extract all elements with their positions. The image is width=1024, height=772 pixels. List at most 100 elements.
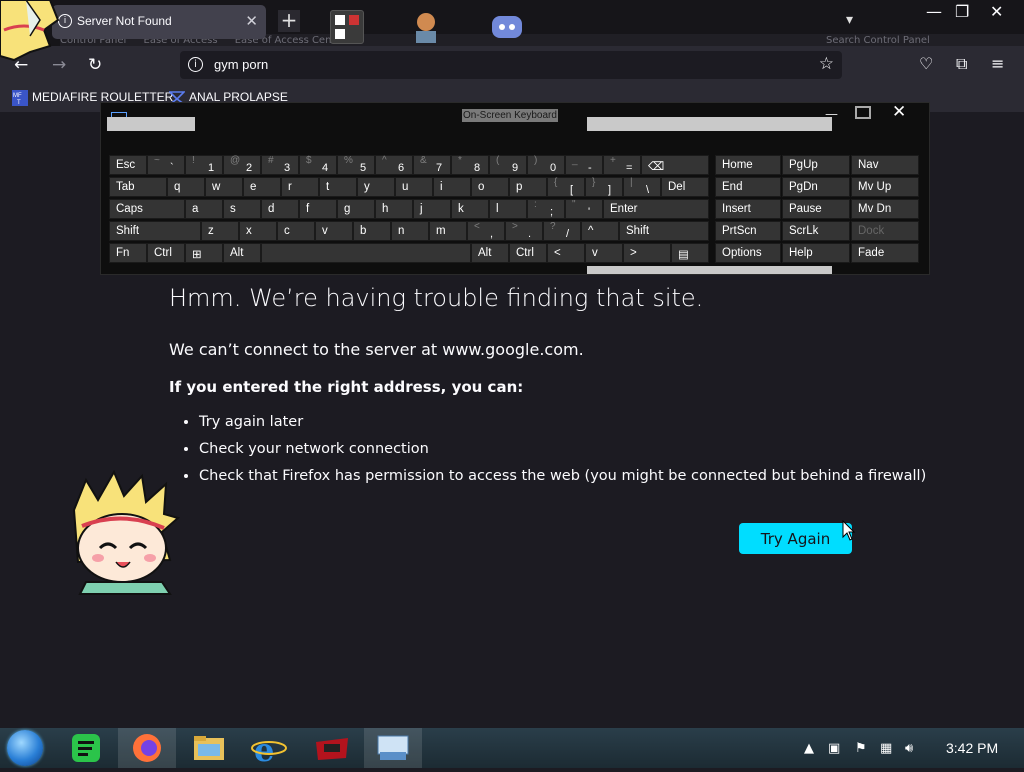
menu-icon[interactable]: ≡ [991,54,1004,73]
osk-key[interactable]: + = [603,155,641,175]
url-bar[interactable]: i gym porn ☆ [180,51,842,79]
osk-key[interactable]: " ' [565,199,603,219]
new-tab-button[interactable]: + [278,10,300,32]
osk-key[interactable]: :; [527,199,565,219]
osk-key[interactable]: ~ ` [147,155,185,175]
osk-key[interactable]: k [451,199,489,219]
chevron-down-icon[interactable]: ▾ [846,12,853,28]
osk-key[interactable]: @2 [223,155,261,175]
osk-key[interactable]: g [337,199,375,219]
osk-key[interactable]: Caps [109,199,185,219]
osk-key[interactable]: t [319,177,357,197]
osk-key[interactable]: ^ 6 [375,155,413,175]
osk-key[interactable]: i [433,177,471,197]
pocket-icon[interactable]: ♡ [919,54,933,73]
osk-nav-key[interactable]: Mv Up [851,177,919,197]
osk-key[interactable]: Shift [109,221,201,241]
osk-title-bar[interactable]: On-Screen Keyboard — ✕ [101,102,929,131]
osk-key[interactable]: Ctrl [509,243,547,263]
osk-key[interactable]: ) 0 [527,155,565,175]
osk-key[interactable]: a [185,199,223,219]
osk-key[interactable] [261,243,471,263]
osk-key[interactable]: _ - [565,155,603,175]
taskbar-app-firefox[interactable] [118,728,176,768]
clock[interactable]: 3:42 PM [946,740,998,756]
osk-key[interactable]: ⌫ [641,155,709,175]
osk-key[interactable]: Del [661,177,709,197]
osk-key[interactable]: {[ [547,177,585,197]
osk-key[interactable]: Fn [109,243,147,263]
osk-key[interactable]: u [395,177,433,197]
osk-nav-key[interactable]: Insert [715,199,781,219]
info-icon[interactable]: i [188,57,203,72]
osk-key[interactable]: | \ [623,177,661,197]
show-hidden-icons[interactable]: ▲ [804,741,814,756]
osk-nav-key[interactable]: Dock [851,221,919,241]
osk-key[interactable]: ^ [581,221,619,241]
osk-key[interactable]: % 5 [337,155,375,175]
osk-key[interactable]: l [489,199,527,219]
osk-key[interactable]: ▤ [671,243,709,263]
osk-nav-key[interactable]: Pause [782,199,850,219]
network-icon[interactable]: ▦ [880,741,892,756]
osk-nav-key[interactable]: PgDn [782,177,850,197]
osk-key[interactable]: c [277,221,315,241]
osk-key[interactable]: ⊞ [185,243,223,263]
on-screen-keyboard-window[interactable]: On-Screen Keyboard — ✕ Esc ~ `! 1 @2 #3 $4% 5 ^ 6… [100,102,930,275]
osk-key[interactable]: >. [505,221,543,241]
restore-window-icon[interactable]: ❐ [955,2,969,21]
osk-minimize-icon[interactable]: — [825,107,838,122]
osk-key[interactable]: Shift [619,221,709,241]
osk-nav-key[interactable]: PrtScn [715,221,781,241]
close-tab-icon[interactable]: ✕ [245,12,258,30]
osk-key[interactable]: Ctrl [147,243,185,263]
osk-key[interactable]: }] [585,177,623,197]
osk-key[interactable]: Tab [109,177,167,197]
osk-key[interactable]: ! 1 [185,155,223,175]
osk-key[interactable]: e [243,177,281,197]
osk-key[interactable]: j [413,199,451,219]
osk-key[interactable]: $4 [299,155,337,175]
osk-key[interactable]: < [547,243,585,263]
osk-nav-key[interactable]: Nav [851,155,919,175]
osk-key[interactable]: ? / [543,221,581,241]
osk-close-icon[interactable]: ✕ [892,102,906,122]
osk-key[interactable]: m [429,221,467,241]
osk-key[interactable]: f [299,199,337,219]
osk-key[interactable]: b [353,221,391,241]
osk-key[interactable]: > [623,243,671,263]
minimize-window-icon[interactable]: — [926,2,942,21]
osk-nav-key[interactable]: PgUp [782,155,850,175]
osk-key[interactable]: v [585,243,623,263]
osk-nav-key[interactable]: Mv Dn [851,199,919,219]
osk-restore-icon[interactable] [855,106,871,119]
osk-key[interactable]: * 8 [451,155,489,175]
osk-nav-key[interactable]: Fade [851,243,919,263]
taskbar-app-osk[interactable] [364,728,422,768]
osk-key[interactable]: Alt [471,243,509,263]
osk-key[interactable]: h [375,199,413,219]
osk-key[interactable]: x [239,221,277,241]
osk-key[interactable]: o [471,177,509,197]
taskbar-app-explorer[interactable] [180,728,238,768]
osk-nav-key[interactable]: ScrLk [782,221,850,241]
tab-server-not-found[interactable]: i Server Not Found ✕ [52,5,266,39]
osk-key[interactable]: <, [467,221,505,241]
try-again-button[interactable]: Try Again [739,523,852,554]
tray-app-icon[interactable]: ▣ [828,741,840,756]
osk-key[interactable]: v [315,221,353,241]
osk-nav-key[interactable]: Home [715,155,781,175]
osk-nav-key[interactable]: End [715,177,781,197]
close-window-icon[interactable]: ✕ [990,2,1003,21]
extensions-icon[interactable]: ⧉ [956,54,967,74]
start-button[interactable] [7,730,43,766]
osk-key[interactable]: r [281,177,319,197]
osk-key[interactable]: q [167,177,205,197]
taskbar-app-spotify[interactable] [56,728,114,768]
osk-key[interactable]: z [201,221,239,241]
osk-key[interactable]: Alt [223,243,261,263]
osk-key[interactable]: s [223,199,261,219]
osk-key[interactable]: (9 [489,155,527,175]
taskbar-app-media[interactable] [302,728,360,768]
osk-nav-key[interactable]: Help [782,243,850,263]
